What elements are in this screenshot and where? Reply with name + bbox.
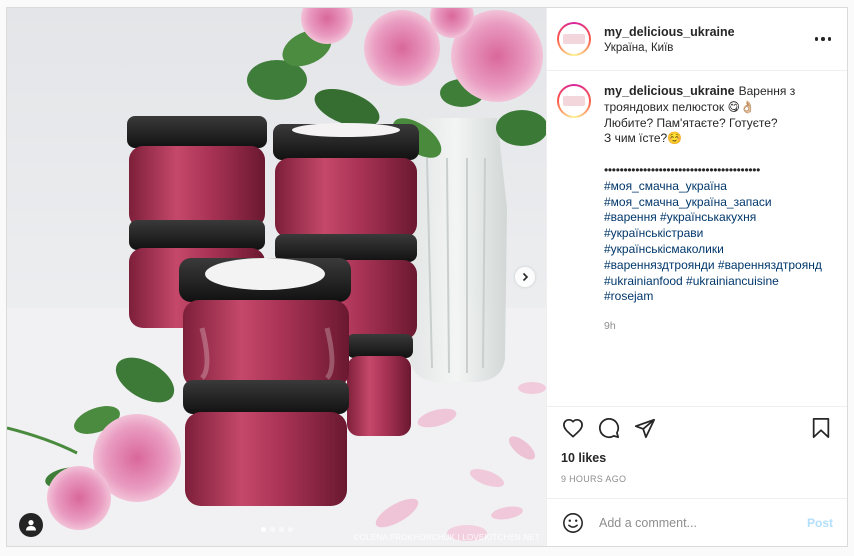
post-caption: my_delicious_ukraine Варення з трояндових…	[604, 84, 833, 406]
post-timestamp[interactable]: 9 HOURS AGO	[561, 474, 833, 484]
bookmark-icon	[812, 417, 830, 439]
comment-input[interactable]	[599, 515, 807, 530]
hashtag-link[interactable]: #варенняздтроянди #варенняздтроянд	[604, 258, 833, 274]
more-options-icon[interactable]	[813, 37, 833, 41]
emoji-button[interactable]	[561, 511, 585, 535]
post-photo	[7, 8, 546, 546]
hashtag-link[interactable]: #ukrainianfood #ukrainiancuisine	[604, 274, 833, 290]
like-button[interactable]	[561, 416, 585, 440]
carousel-dot	[287, 527, 293, 532]
photo-watermark: ©OLENA PROKHORCHUK | LOVEKITCHEN.NET	[353, 533, 540, 542]
save-button[interactable]	[809, 416, 833, 440]
likes-count[interactable]: 10 likes	[561, 451, 833, 465]
paper-plane-icon	[634, 418, 656, 439]
caption-text-line: Варення з	[738, 84, 796, 98]
caption-text-line: З чим їсте?☺️	[604, 131, 683, 146]
carousel-next-button[interactable]	[515, 267, 535, 287]
caption-separator: ••••••••••••••••••••••••••••••••••••••••	[604, 162, 761, 177]
comment-button[interactable]	[597, 416, 621, 440]
caption-avatar[interactable]	[557, 84, 591, 118]
brand-logo	[563, 96, 585, 106]
hashtag-link[interactable]: #українськістрави	[604, 226, 833, 242]
caption-text-line: трояндових пелюсток 😋👌🏼	[604, 99, 755, 114]
add-comment-bar: Post	[547, 498, 847, 546]
caption-age[interactable]: 9h	[604, 319, 833, 335]
caption-text-line: Любите? Пам'ятаєте? Готуєте?	[604, 115, 778, 130]
carousel-indicator	[7, 527, 546, 532]
post-header: my_delicious_ukraine Україна, Київ	[547, 8, 847, 71]
hashtag-link[interactable]: #українськісмаколики	[604, 242, 833, 258]
hashtag-link[interactable]: #моя_смачна_україна_запаси	[604, 195, 833, 211]
heart-icon	[563, 418, 583, 438]
brand-logo	[563, 34, 585, 44]
hashtag-link[interactable]: #варення #українськакухня	[604, 210, 833, 226]
carousel-dot	[278, 527, 284, 532]
comments-section: my_delicious_ukraine Варення з трояндових…	[547, 71, 847, 406]
hashtag-link[interactable]: #rosejam	[604, 289, 833, 305]
header-username[interactable]: my_delicious_ukraine	[604, 25, 813, 39]
post-comment-button[interactable]: Post	[807, 516, 833, 530]
instagram-post: ©OLENA PROKHORCHUK | LOVEKITCHEN.NET my_…	[6, 7, 848, 547]
chevron-right-icon	[522, 272, 529, 282]
avatar[interactable]	[557, 22, 591, 56]
smiley-icon	[563, 512, 583, 533]
carousel-dot	[269, 527, 275, 532]
post-media[interactable]: ©OLENA PROKHORCHUK | LOVEKITCHEN.NET	[7, 8, 546, 546]
carousel-dot	[260, 527, 266, 532]
share-button[interactable]	[633, 416, 657, 440]
comment-icon	[599, 418, 620, 439]
post-location[interactable]: Україна, Київ	[604, 42, 813, 54]
tagged-users-button[interactable]	[19, 513, 43, 537]
hashtag-link[interactable]: #моя_смачна_україна	[604, 179, 833, 195]
post-side-panel: my_delicious_ukraine Україна, Київ my_de…	[546, 8, 847, 546]
post-actions: 10 likes 9 HOURS AGO	[547, 406, 847, 498]
caption-username[interactable]: my_delicious_ukraine	[604, 84, 735, 98]
